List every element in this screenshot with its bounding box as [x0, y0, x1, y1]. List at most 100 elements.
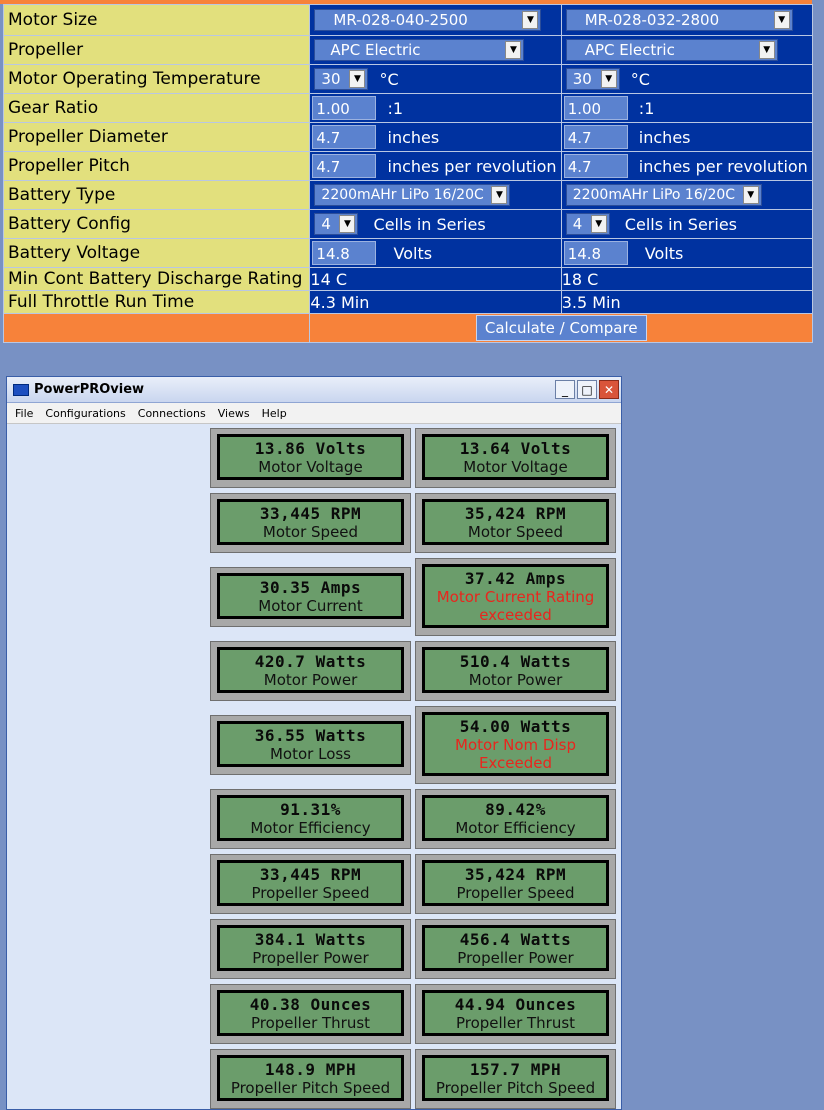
row-label: Battery Type — [2, 180, 311, 210]
meter-motor-current-b: 37.42 Amps Motor Current Rating exceeded — [415, 558, 616, 636]
temperature-select-b[interactable]: 30 ▼ — [565, 68, 620, 90]
row-battery-type: Battery Type 2200mAHr LiPo 16/20C ▼ 2200… — [2, 180, 814, 210]
meter-value: 40.38 Ounces — [249, 994, 372, 1014]
battery-config-select-a[interactable]: 4 ▼ — [314, 213, 359, 235]
meter-label: Motor Power — [263, 670, 358, 689]
meter-label: Motor Voltage — [258, 457, 363, 476]
menu-file[interactable]: File — [15, 407, 33, 420]
chevron-down-icon: ▼ — [505, 41, 522, 59]
run-time-b: 3.5 Min — [560, 290, 814, 314]
row-label: Propeller Diameter — [2, 122, 311, 152]
run-time-a: 4.3 Min — [309, 290, 562, 314]
battery-config-select-b[interactable]: 4 ▼ — [565, 213, 610, 235]
meter-motor-current-a: 30.35 Amps Motor Current — [210, 567, 411, 627]
row-temperature: Motor Operating Temperature 30 ▼ °C 30 ▼… — [2, 64, 814, 94]
app-icon — [13, 383, 29, 396]
meter-propeller-power-a: 384.1 Watts Propeller Power — [210, 919, 411, 979]
meter-value: 148.9 MPH — [264, 1059, 357, 1079]
row-motor-size: Motor Size MR-028-040-2500 ▼ MR-028-032-… — [2, 4, 814, 36]
battery-voltage-input-a[interactable]: 14.8 — [312, 241, 377, 265]
battery-voltage-input-b[interactable]: 14.8 — [563, 241, 628, 265]
row-battery-voltage: Battery Voltage 14.8 Volts 14.8 Volts — [2, 238, 814, 268]
meter-label: Motor Efficiency — [455, 818, 576, 837]
row-propeller: Propeller APC Electric ▼ APC Electric ▼ — [2, 35, 814, 65]
row-calculate: Calculate / Compare — [2, 313, 813, 343]
meter-value: 384.1 Watts — [254, 929, 367, 949]
chevron-down-icon: ▼ — [491, 186, 508, 204]
meter-label: Propeller Power — [457, 948, 574, 967]
gear-ratio-input-b[interactable]: 1.00 — [563, 96, 628, 120]
unit-label: °C — [379, 69, 399, 89]
meter-value: 420.7 Watts — [254, 651, 367, 671]
menu-help[interactable]: Help — [262, 407, 287, 420]
meter-label: Motor Power — [468, 670, 563, 689]
meter-value: 510.4 Watts — [459, 651, 572, 671]
meter-motor-efficiency-a: 91.31% Motor Efficiency — [210, 789, 411, 849]
gear-ratio-input-a[interactable]: 1.00 — [312, 96, 377, 120]
battery-type-select-b[interactable]: 2200mAHr LiPo 16/20C ▼ — [565, 184, 762, 206]
row-label: Propeller Pitch — [2, 151, 311, 181]
chevron-down-icon: ▼ — [349, 70, 366, 88]
temperature-select-a[interactable]: 30 ▼ — [314, 68, 369, 90]
unit-label: inches per revolution — [387, 156, 557, 176]
maximize-icon[interactable]: □ — [577, 380, 597, 399]
chevron-down-icon: ▼ — [522, 11, 539, 29]
pitch-input-b[interactable]: 4.7 — [563, 154, 628, 178]
configuration-table: Motor Size MR-028-040-2500 ▼ MR-028-032-… — [2, 4, 814, 343]
meter-label: Propeller Thrust — [250, 1013, 371, 1032]
meter-value: 33,445 RPM — [259, 864, 362, 884]
meter-pitch-speed-b: 157.7 MPH Propeller Pitch Speed — [415, 1049, 616, 1109]
diameter-input-b[interactable]: 4.7 — [563, 125, 628, 149]
unit-label: °C — [630, 69, 650, 89]
discharge-rating-b: 18 C — [560, 267, 814, 291]
diameter-input-a[interactable]: 4.7 — [312, 125, 377, 149]
meter-propeller-speed-b: 35,424 RPM Propeller Speed — [415, 854, 616, 914]
row-label: Battery Voltage — [2, 238, 311, 268]
menu-connections[interactable]: Connections — [138, 407, 206, 420]
row-label: Full Throttle Run Time — [2, 290, 311, 314]
meter-propeller-thrust-a: 40.38 Ounces Propeller Thrust — [210, 984, 411, 1044]
pitch-input-a[interactable]: 4.7 — [312, 154, 377, 178]
propeller-select-a[interactable]: APC Electric ▼ — [314, 39, 525, 61]
row-label: Gear Ratio — [2, 93, 311, 123]
meter-warning-label: exceeded — [479, 605, 552, 624]
meter-propeller-thrust-b: 44.94 Ounces Propeller Thrust — [415, 984, 616, 1044]
meter-value: 44.94 Ounces — [454, 994, 577, 1014]
motor-size-select-a[interactable]: MR-028-040-2500 ▼ — [314, 9, 542, 31]
meter-label: Motor Efficiency — [250, 818, 371, 837]
meter-propeller-speed-a: 33,445 RPM Propeller Speed — [210, 854, 411, 914]
meter-value: 36.55 Watts — [254, 725, 367, 745]
unit-label: Cells in Series — [373, 214, 486, 234]
meter-value: 37.42 Amps — [464, 568, 567, 588]
meter-motor-efficiency-b: 89.42% Motor Efficiency — [415, 789, 616, 849]
unit-label: inches — [638, 127, 691, 147]
meter-label: Propeller Power — [252, 948, 369, 967]
menu-views[interactable]: Views — [218, 407, 250, 420]
calculate-compare-button[interactable]: Calculate / Compare — [475, 315, 647, 341]
meter-label: Motor Speed — [262, 522, 359, 541]
unit-label: :1 — [638, 98, 655, 118]
minimize-icon[interactable]: _ — [555, 380, 575, 399]
meter-label: Propeller Speed — [251, 883, 370, 902]
meter-motor-voltage-b: 13.64 Volts Motor Voltage — [415, 428, 616, 488]
unit-label: Cells in Series — [624, 214, 737, 234]
meter-value: 13.86 Volts — [254, 438, 367, 458]
menu-configurations[interactable]: Configurations — [45, 407, 125, 420]
meter-value: 33,445 RPM — [259, 503, 362, 523]
row-battery-config: Battery Config 4 ▼ Cells in Series 4 ▼ C… — [2, 209, 814, 239]
meter-label: Propeller Speed — [456, 883, 575, 902]
meter-value: 456.4 Watts — [459, 929, 572, 949]
propeller-select-b[interactable]: APC Electric ▼ — [565, 39, 778, 61]
battery-type-select-a[interactable]: 2200mAHr LiPo 16/20C ▼ — [314, 184, 511, 206]
window-title: PowerPROview — [34, 382, 145, 397]
meter-label: Motor Voltage — [463, 457, 568, 476]
chevron-down-icon: ▼ — [773, 11, 790, 29]
meter-motor-power-b: 510.4 Watts Motor Power — [415, 641, 616, 701]
unit-label: Volts — [644, 243, 684, 263]
window-titlebar[interactable]: PowerPROview _ □ ✕ — [7, 377, 621, 403]
row-label: Motor Operating Temperature — [2, 64, 311, 94]
motor-size-select-b[interactable]: MR-028-032-2800 ▼ — [565, 9, 793, 31]
close-icon[interactable]: ✕ — [599, 380, 619, 399]
chevron-down-icon: ▼ — [758, 41, 775, 59]
meter-motor-voltage-a: 13.86 Volts Motor Voltage — [210, 428, 411, 488]
